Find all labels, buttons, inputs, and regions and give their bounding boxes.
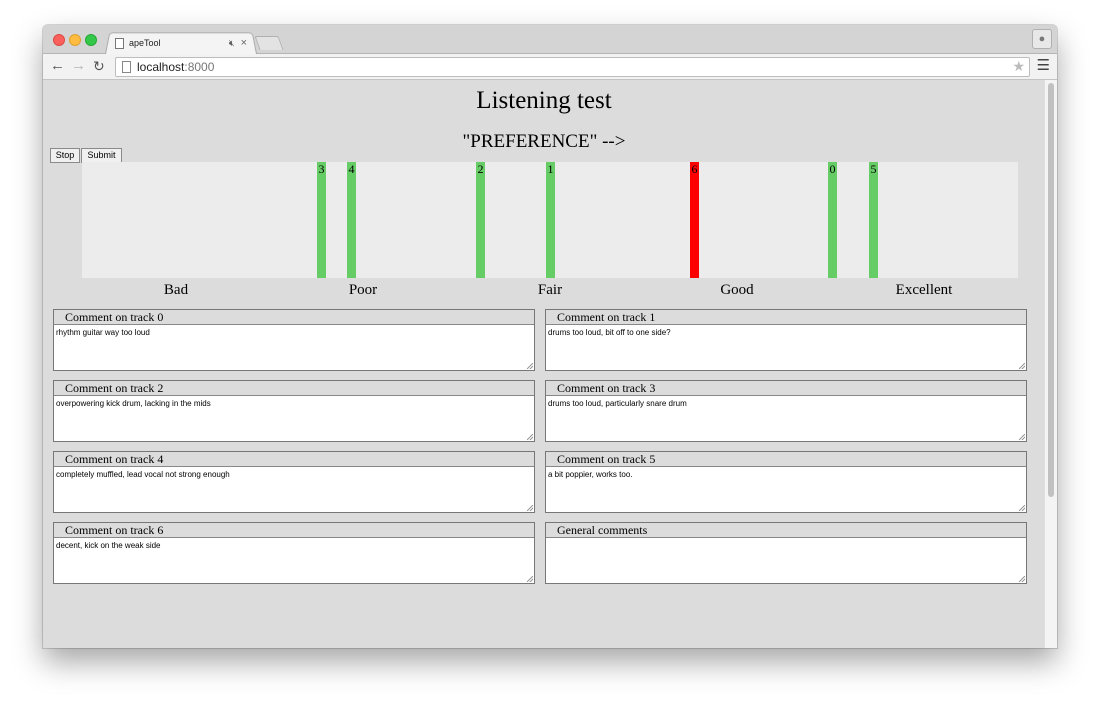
resize-grip-icon[interactable]	[527, 576, 533, 582]
document-icon	[115, 37, 124, 49]
comment-title: Comment on track 1	[557, 310, 656, 324]
track-marker-0[interactable]: 0	[828, 162, 837, 278]
reload-icon[interactable]: ↻	[93, 58, 105, 74]
scale-label-fair: Fair	[537, 282, 563, 298]
comment-box: Comment on track 2 overpowering kick drum…	[53, 380, 535, 442]
preference-label: "PREFERENCE" -->	[462, 131, 626, 152]
comment-title: Comment on track 6	[65, 523, 164, 537]
comment-title: Comment on track 0	[65, 310, 164, 324]
track-marker-5[interactable]: 5	[869, 162, 878, 278]
comment-title: Comment on track 3	[557, 381, 656, 395]
comment-textarea[interactable]: overpowering kick drum, lacking in the m…	[54, 395, 534, 441]
resize-grip-icon[interactable]	[1019, 576, 1025, 582]
stop-button[interactable]: Stop	[50, 148, 80, 163]
page-title: Listening test	[476, 87, 612, 114]
comment-textarea[interactable]: decent, kick on the weak side	[54, 537, 534, 583]
comment-title: Comment on track 5	[557, 452, 656, 466]
page-content: Listening test "PREFERENCE" --> Stop Sub…	[43, 80, 1045, 648]
minimize-window-button[interactable]	[69, 34, 81, 46]
comment-title: General comments	[557, 523, 648, 537]
comment-title: Comment on track 4	[65, 452, 164, 466]
comment-title: Comment on track 2	[65, 381, 164, 395]
comment-textarea[interactable]: a bit poppier, works too.	[546, 466, 1026, 512]
speaker-mute-icon[interactable]: 🔇︎	[229, 38, 235, 49]
menu-icon[interactable]: ☰	[1037, 58, 1050, 74]
comment-box: Comment on track 0 rhythm guitar way too …	[53, 309, 535, 371]
comment-box: Comment on track 6 decent, kick on the we…	[53, 522, 535, 584]
comment-box: Comment on track 4 completely muffled, le…	[53, 451, 535, 513]
close-window-button[interactable]	[53, 34, 65, 46]
submit-button[interactable]: Submit	[81, 148, 122, 163]
resize-grip-icon[interactable]	[527, 505, 533, 511]
scale-label-good: Good	[720, 282, 754, 298]
new-tab-button[interactable]	[254, 36, 284, 50]
resize-grip-icon[interactable]	[1019, 434, 1025, 440]
scale-label-excellent: Excellent	[895, 282, 953, 298]
back-arrow-icon[interactable]: ←	[50, 58, 65, 74]
forward-arrow-icon[interactable]: →	[71, 58, 86, 74]
comment-textarea[interactable]	[546, 537, 1026, 583]
comment-box: Comment on track 1 drums too loud, bit of…	[545, 309, 1027, 371]
resize-grip-icon[interactable]	[527, 363, 533, 369]
profile-icon[interactable]: ●	[1032, 29, 1052, 49]
comment-box: Comment on track 3 drums too loud, partic…	[545, 380, 1027, 442]
scale-label-bad: Bad	[163, 282, 189, 298]
track-marker-3[interactable]: 3	[317, 162, 326, 278]
resize-grip-icon[interactable]	[1019, 505, 1025, 511]
comment-box: Comment on track 5a bit poppier, works t…	[545, 451, 1027, 513]
comment-textarea[interactable]: completely muffled, lead vocal not stron…	[54, 466, 534, 512]
maximize-window-button[interactable]	[85, 34, 97, 46]
rating-slider-area[interactable]: 34 21 6 05	[82, 162, 1018, 278]
tab-strip: apeTool 🔇︎ × ●	[43, 25, 1057, 54]
address-bar[interactable]: localhost :8000 ★	[115, 57, 1030, 77]
resize-grip-icon[interactable]	[1019, 363, 1025, 369]
comment-box: General comments	[545, 522, 1027, 584]
comment-textarea[interactable]: rhythm guitar way too loud	[54, 324, 534, 370]
page-icon	[122, 61, 131, 73]
url-host: localhost	[137, 60, 185, 74]
scrollbar-thumb[interactable]	[1048, 83, 1054, 497]
track-marker-6[interactable]: 6	[690, 162, 699, 278]
tab-close-icon[interactable]: ×	[241, 37, 247, 49]
url-port: :8000	[184, 60, 215, 74]
bookmark-star-icon[interactable]: ★	[1012, 58, 1025, 75]
track-marker-4[interactable]: 4	[347, 162, 356, 278]
tab-title: apeTool	[129, 38, 161, 48]
browser-window: apeTool 🔇︎ × ● ← → ↻ localhost :8000 ★ ☰…	[43, 25, 1057, 648]
track-marker-2[interactable]: 2	[476, 162, 485, 278]
track-marker-1[interactable]: 1	[546, 162, 555, 278]
comment-textarea[interactable]: drums too loud, particularly snare drum	[546, 395, 1026, 441]
resize-grip-icon[interactable]	[527, 434, 533, 440]
tab-content: apeTool 🔇︎ ×	[111, 34, 251, 52]
scale-label-poor: Poor	[348, 282, 378, 298]
comment-textarea[interactable]: drums too loud, bit off to one side?	[546, 324, 1026, 370]
browser-toolbar: ← → ↻ localhost :8000 ★ ☰	[43, 54, 1057, 80]
vertical-scrollbar[interactable]	[1044, 80, 1057, 648]
